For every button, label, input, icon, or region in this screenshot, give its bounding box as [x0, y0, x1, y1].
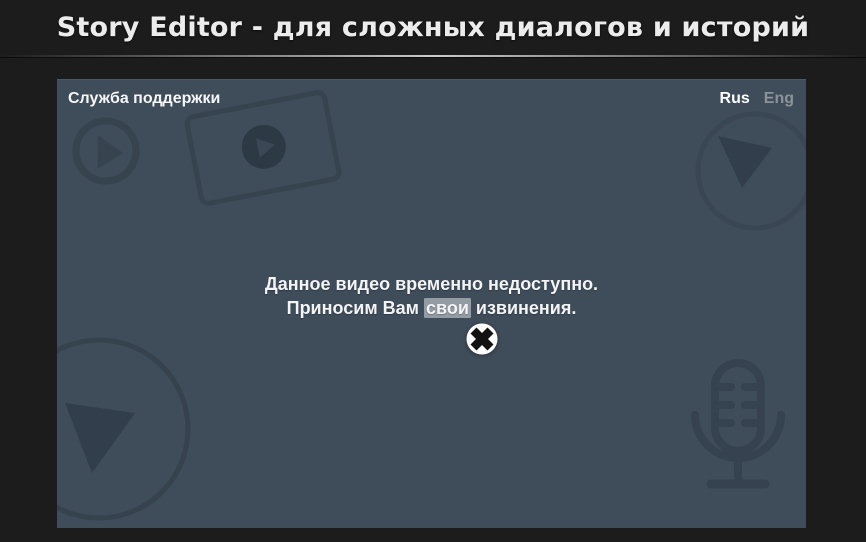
unavailable-message-line2: Приносим Вам свои извинения.	[286, 298, 577, 318]
title-bar: Story Editor - для сложных диалогов и ис…	[0, 0, 866, 55]
busy-cursor-icon	[466, 323, 498, 355]
selected-word: свои	[423, 298, 471, 318]
page-title: Story Editor - для сложных диалогов и ис…	[56, 12, 810, 43]
lang-eng-button[interactable]: Eng	[764, 90, 794, 108]
title-separator-shadow	[0, 57, 866, 58]
language-switcher: Rus Eng	[720, 90, 794, 108]
support-video-panel: Служба поддержки Rus Eng Данное видео вр…	[57, 79, 806, 528]
panel-header: Служба поддержки	[68, 90, 221, 107]
play-triangle-large-circle-icon	[57, 337, 191, 521]
microphone-icon	[691, 359, 785, 489]
app-window: Story Editor - для сложных диалогов и ис…	[0, 0, 866, 542]
unavailable-message: Данное видео временно недоступно. Принос…	[57, 272, 806, 320]
play-triangle-circle-icon	[695, 111, 806, 231]
lang-rus-button[interactable]: Rus	[720, 90, 750, 108]
unavailable-message-line1: Данное видео временно недоступно.	[264, 274, 599, 294]
play-circle-icon	[72, 117, 140, 185]
